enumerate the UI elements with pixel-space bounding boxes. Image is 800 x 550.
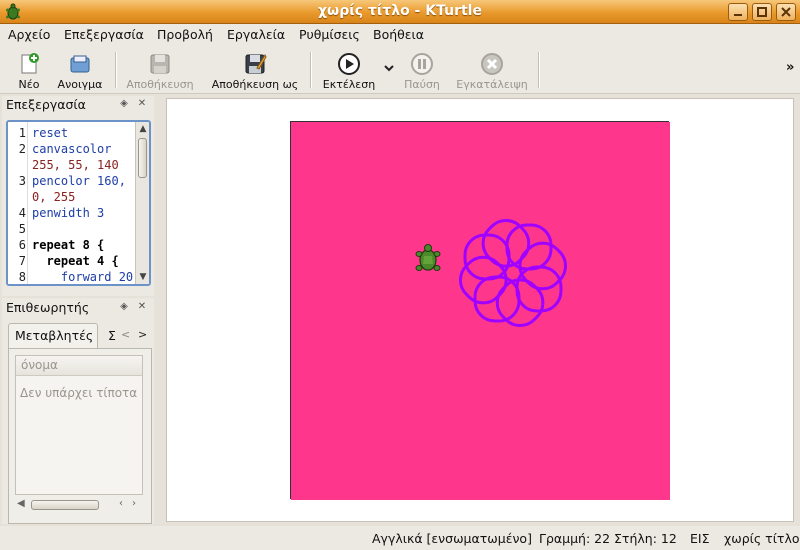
code-line: repeat 4 { [32, 254, 119, 268]
code-line: 0, 255 [32, 190, 76, 204]
menu-settings[interactable]: Ρυθμίσεις [299, 27, 360, 42]
scroll-left-icon[interactable]: ◀ [17, 498, 25, 509]
code-line: repeat 8 { [32, 238, 105, 252]
pause-label: Παύση [404, 78, 440, 91]
close-icon [781, 7, 791, 17]
inspector-horizontal-scrollbar[interactable]: ◀ ‹ › [15, 497, 143, 513]
code-line: forward 20 [32, 270, 134, 284]
line-number: 6 [18, 238, 26, 252]
abort-icon [481, 53, 503, 75]
drawing-svg [291, 122, 670, 500]
tab-scroll-right-icon[interactable]: > [138, 328, 147, 341]
save-as-label: Αποθήκευση ως [211, 78, 299, 91]
menu-bar: Αρχείο Επεξεργασία Προβολή Εργαλεία Ρυθμ… [0, 24, 800, 46]
new-button[interactable]: Νέο [12, 50, 46, 92]
line-number: 4 [18, 206, 26, 220]
tab-variables[interactable]: Μεταβλητές [8, 323, 98, 349]
maximize-icon [757, 7, 767, 17]
code-line: canvascolor [32, 142, 112, 156]
scroll-left-icon[interactable]: ‹ [119, 498, 123, 509]
chevron-down-icon [384, 65, 394, 72]
line-number: 7 [18, 254, 26, 268]
menu-tools[interactable]: Εργαλεία [227, 27, 285, 42]
title-bar: χωρίς τίτλο - KTurtle [0, 0, 800, 24]
inspector-panel: όνομα Δεν υπάρχει τίποτα ◀ ‹ › [8, 348, 152, 524]
tab-variables-label: Μεταβλητές [15, 328, 94, 343]
window-title: χωρίς τίτλο - KTurtle [318, 3, 482, 19]
abort-button[interactable]: Εγκατάλειψη [454, 50, 530, 92]
save-icon [150, 54, 170, 74]
open-label: Ανοιγμα [57, 78, 103, 91]
status-position: Γραμμή: 22 Στήλη: 12 [539, 531, 677, 546]
menu-edit[interactable]: Επεξεργασία [64, 27, 144, 42]
tab-functions[interactable]: Σ [108, 328, 116, 343]
toolbar-overflow-button[interactable]: » [786, 60, 794, 75]
status-filename: χωρίς τίτλο [724, 531, 800, 546]
run-button[interactable]: Εκτέλεση [320, 50, 378, 92]
run-speed-dropdown[interactable] [382, 50, 396, 92]
line-number: 2 [18, 142, 26, 156]
scroll-right-icon[interactable]: › [132, 498, 136, 509]
run-label: Εκτέλεση [322, 78, 376, 91]
turtle-canvas[interactable] [290, 121, 670, 500]
minimize-icon [734, 14, 742, 16]
status-mode: ΕΙΣ [690, 531, 710, 546]
save-as-icon [245, 53, 267, 74]
dock-float-icon[interactable]: ◈ [118, 301, 130, 313]
scroll-thumb[interactable] [138, 138, 147, 178]
dock-close-icon[interactable]: ✕ [136, 98, 148, 110]
menu-help[interactable]: Βοήθεια [373, 27, 424, 42]
line-number-gutter: 1 2 3 4 5 6 7 8 [8, 122, 28, 284]
open-button[interactable]: Ανοιγμα [52, 50, 108, 92]
code-line: pencolor 160, [32, 174, 126, 188]
close-button[interactable] [776, 3, 796, 21]
toolbar-separator [310, 52, 312, 88]
editor-vertical-scrollbar[interactable]: ▲ ▼ [135, 122, 149, 284]
main-toolbar: Νέο Ανοιγμα Αποθήκευση Αποθήκευση ως Εκτ… [0, 46, 800, 94]
column-header-name[interactable]: όνομα [16, 356, 142, 376]
code-line: reset [32, 126, 69, 140]
scroll-thumb[interactable] [31, 500, 99, 510]
toolbar-separator [115, 52, 117, 88]
line-number: 3 [18, 174, 26, 188]
open-icon [70, 55, 90, 73]
line-number: 8 [18, 270, 26, 284]
line-number: 5 [18, 222, 26, 236]
new-file-icon [21, 53, 39, 74]
dock-float-icon[interactable]: ◈ [118, 98, 130, 110]
toolbar-separator [538, 52, 540, 88]
empty-message: Δεν υπάρχει τίποτα [20, 386, 138, 400]
canvas-background [291, 122, 670, 500]
variables-list[interactable]: όνομα Δεν υπάρχει τίποτα [15, 355, 143, 495]
save-button[interactable]: Αποθήκευση [124, 50, 196, 92]
save-label: Αποθήκευση [126, 78, 194, 91]
code-line: 255, 55, 140 [32, 158, 119, 172]
status-language: Αγγλικά [ενσωματωμένο] [372, 531, 532, 546]
inspector-dock-title: Επιθεωρητής [6, 300, 90, 315]
pause-icon [411, 53, 433, 75]
save-as-button[interactable]: Αποθήκευση ως [210, 50, 300, 92]
maximize-button[interactable] [752, 3, 772, 21]
new-label: Νέο [18, 78, 40, 91]
line-number: 1 [18, 126, 26, 140]
code-editor[interactable]: 1 2 3 4 5 6 7 8 reset canvascolor 255, 5… [6, 120, 151, 286]
scroll-up-icon[interactable]: ▲ [138, 124, 148, 134]
menu-file[interactable]: Αρχείο [8, 27, 50, 42]
minimize-button[interactable] [728, 3, 748, 21]
status-bar: Αγγλικά [ενσωματωμένο] Γραμμή: 22 Στήλη:… [0, 526, 800, 550]
tab-scroll-left-icon[interactable]: < [121, 328, 130, 341]
abort-label: Εγκατάλειψη [456, 78, 528, 91]
dock-close-icon[interactable]: ✕ [136, 301, 148, 313]
play-icon [338, 53, 360, 75]
pause-button[interactable]: Παύση [402, 50, 442, 92]
editor-dock-title: Επεξεργασία [6, 97, 86, 112]
code-line: penwidth 3 [32, 206, 105, 220]
scroll-down-icon[interactable]: ▼ [138, 272, 148, 282]
menu-view[interactable]: Προβολή [157, 27, 213, 42]
